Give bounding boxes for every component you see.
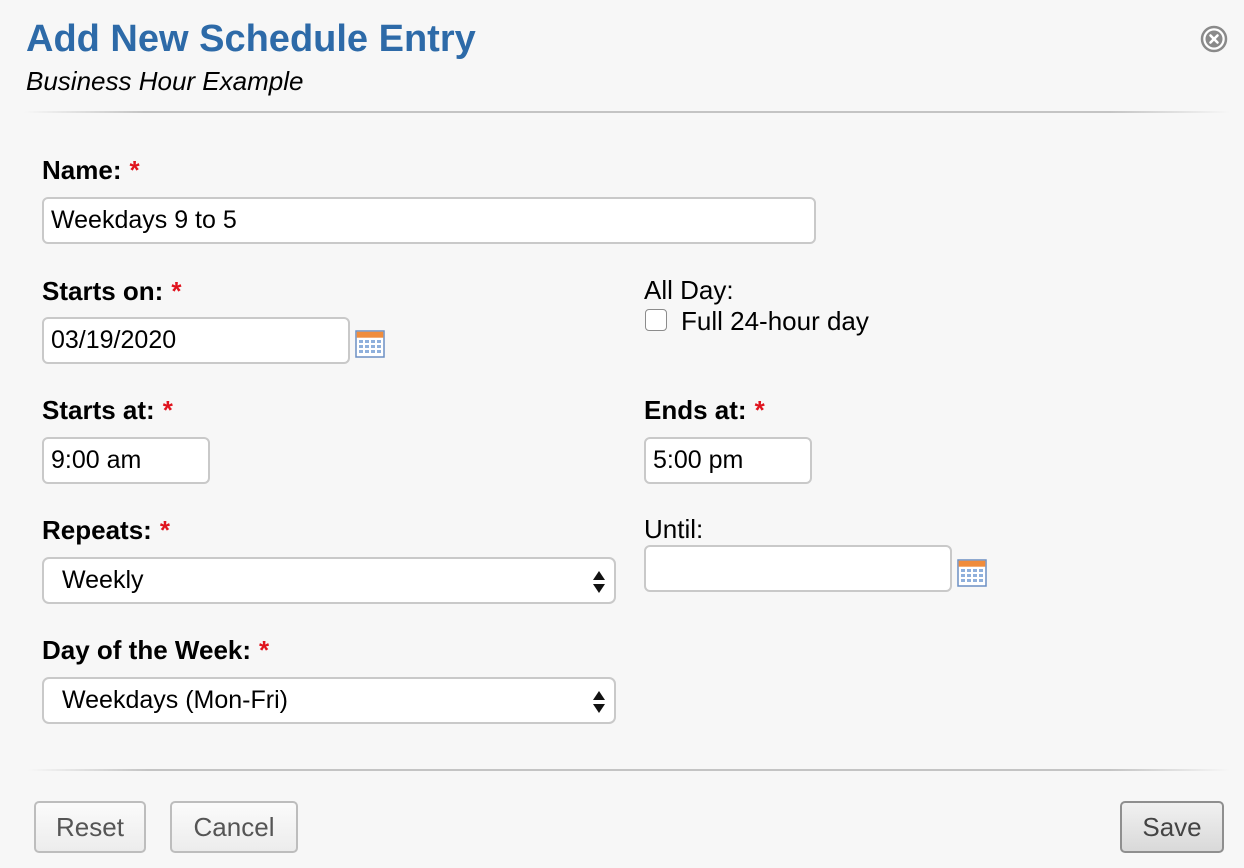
starts-at-time-input[interactable] <box>42 437 210 484</box>
select-arrows-icon <box>593 571 605 593</box>
day-of-week-select[interactable]: Weekdays (Mon-Fri) <box>42 677 616 724</box>
starts-on-calendar-button[interactable] <box>355 329 385 359</box>
name-label: Name: * <box>42 155 140 185</box>
starts-on-date-input[interactable] <box>42 317 350 364</box>
starts-at-label: Starts at: * <box>42 395 173 425</box>
close-circle-icon <box>1200 25 1228 53</box>
footer-divider <box>28 769 1230 771</box>
required-marker: * <box>129 155 140 185</box>
required-marker: * <box>259 635 270 665</box>
until-date-input[interactable] <box>644 545 952 592</box>
required-marker: * <box>162 395 173 425</box>
all-day-checkbox-label[interactable]: Full 24-hour day <box>681 306 869 337</box>
dialog-title: Add New Schedule Entry <box>26 18 476 60</box>
save-button[interactable]: Save <box>1120 801 1224 853</box>
dialog-subtitle: Business Hour Example <box>26 66 304 96</box>
day-of-week-label: Day of the Week: * <box>42 635 270 665</box>
cancel-button[interactable]: Cancel <box>170 801 298 853</box>
all-day-checkbox[interactable] <box>645 309 667 331</box>
close-button[interactable] <box>1200 25 1228 53</box>
ends-at-label: Ends at: * <box>644 395 765 425</box>
day-of-week-selected-value: Weekdays (Mon-Fri) <box>62 686 288 714</box>
header-divider <box>24 111 1230 113</box>
until-label: Until: <box>644 514 704 544</box>
repeats-select[interactable]: Weekly <box>42 557 616 604</box>
required-marker: * <box>754 395 765 425</box>
name-input[interactable] <box>42 197 816 244</box>
required-marker: * <box>159 515 170 545</box>
starts-on-label: Starts on: * <box>42 276 182 306</box>
select-arrows-icon <box>593 691 605 713</box>
repeats-selected-value: Weekly <box>62 566 144 594</box>
required-marker: * <box>171 276 182 306</box>
all-day-label: All Day: <box>644 275 734 305</box>
until-calendar-button[interactable] <box>957 558 987 588</box>
calendar-icon <box>355 330 385 358</box>
calendar-icon <box>957 559 987 587</box>
reset-button[interactable]: Reset <box>34 801 146 853</box>
ends-at-time-input[interactable] <box>644 437 812 484</box>
repeats-label: Repeats: * <box>42 515 170 545</box>
